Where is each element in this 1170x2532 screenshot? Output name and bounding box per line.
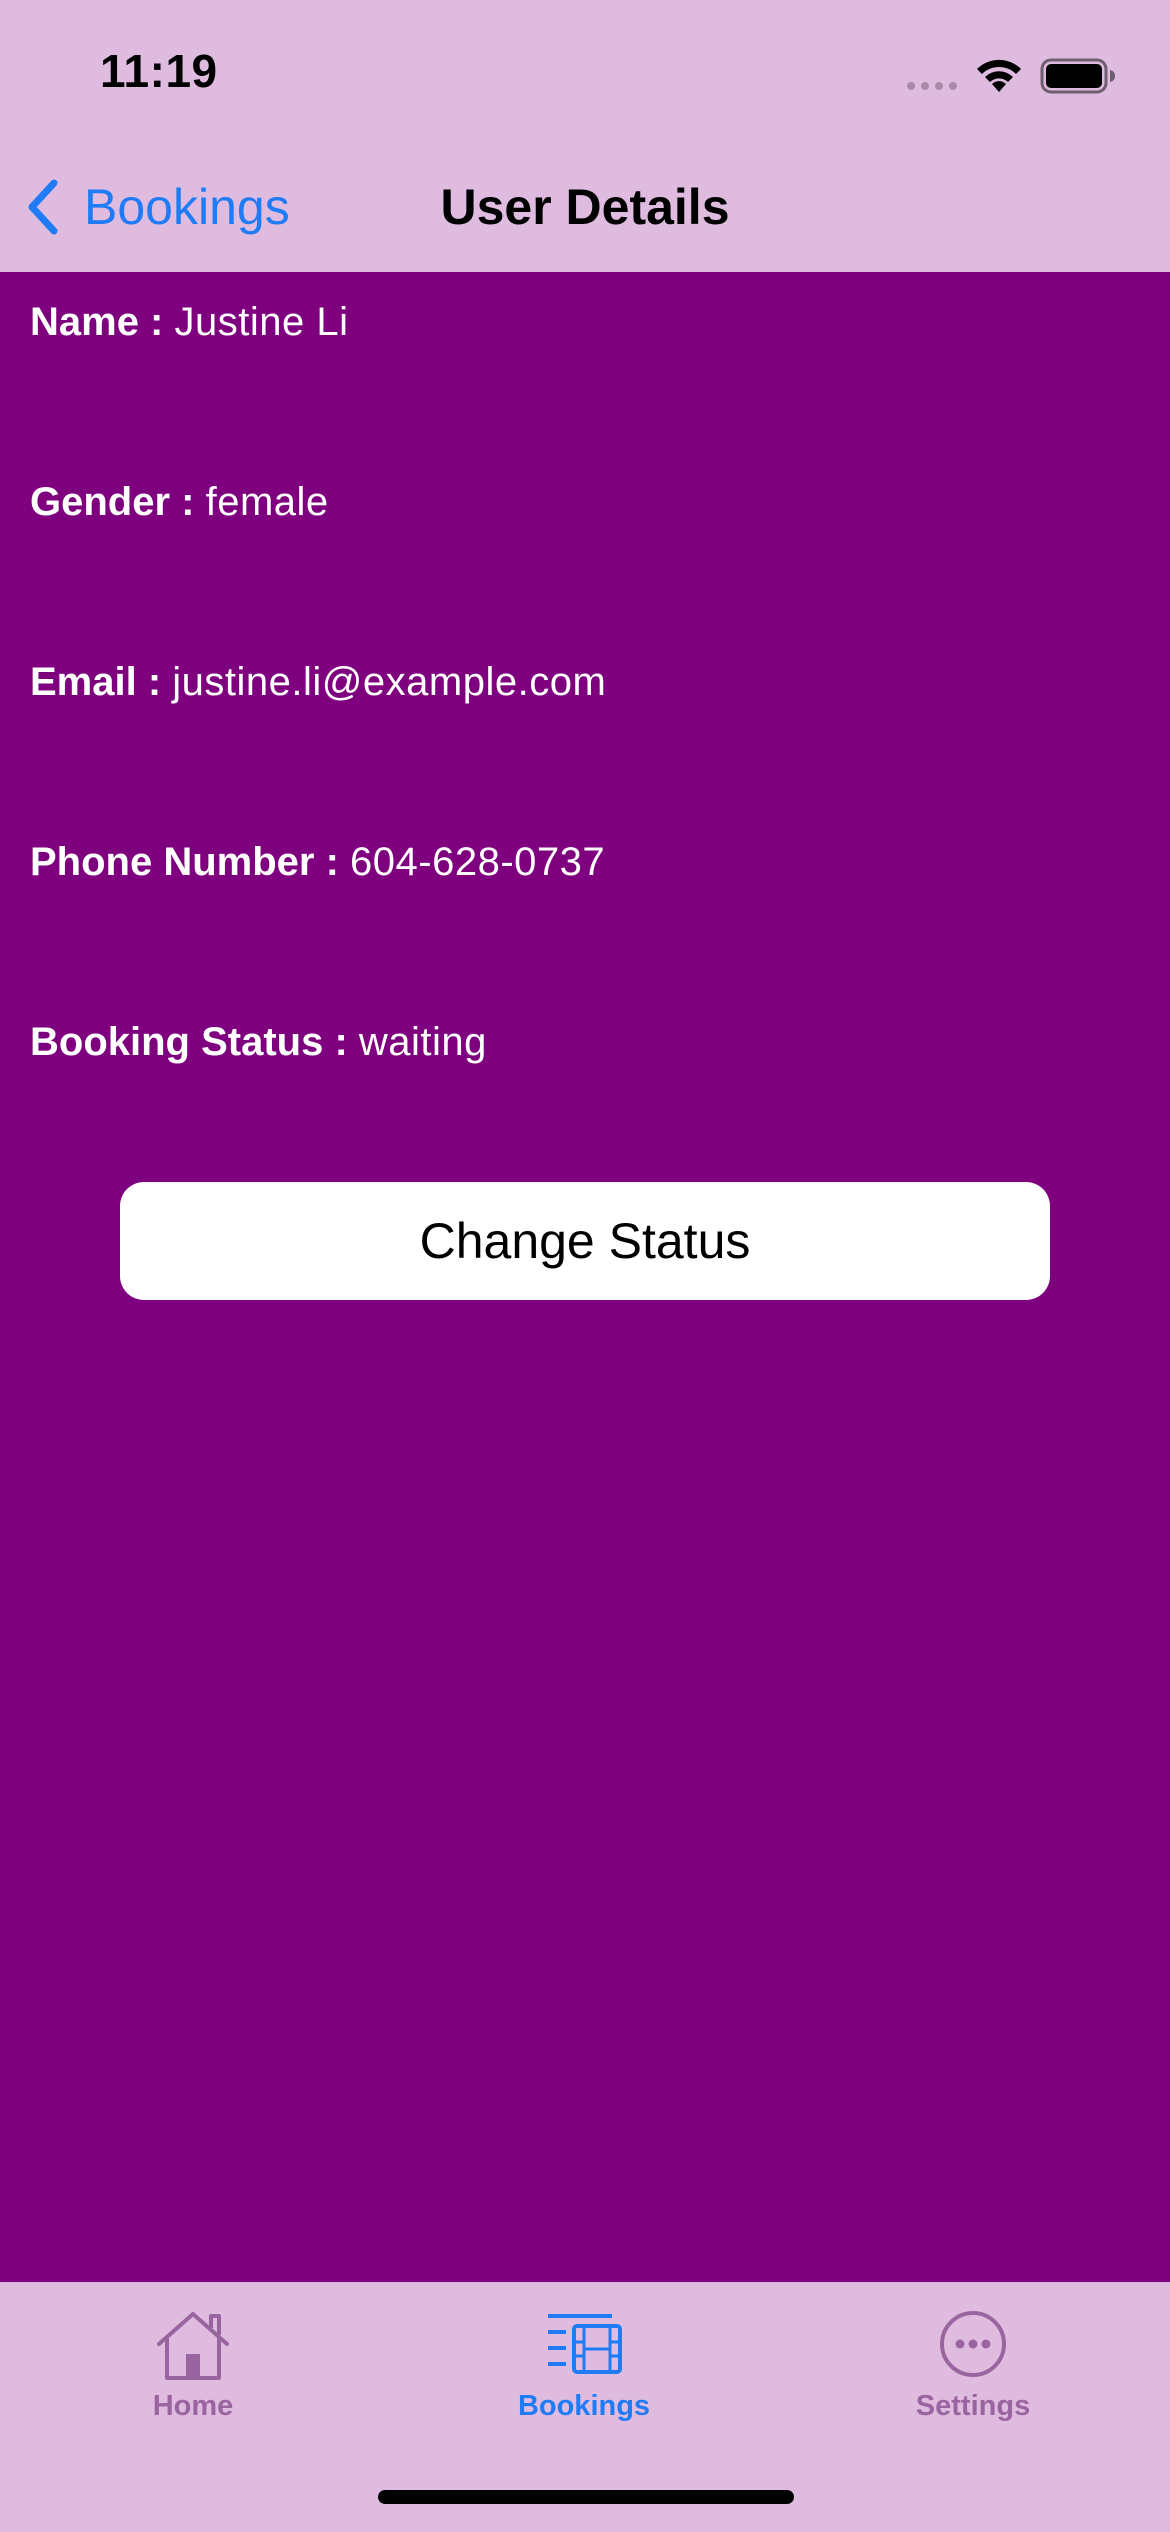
change-status-button[interactable]: Change Status (120, 1182, 1050, 1300)
booking-status-row: Booking Status : waiting (30, 1020, 487, 1065)
name-value: Justine Li (174, 300, 349, 344)
booking-status-value: waiting (358, 1020, 487, 1064)
gender-label: Gender : (30, 480, 195, 524)
tab-bookings[interactable]: Bookings (464, 2282, 704, 2432)
list-film-icon (548, 2314, 622, 2374)
house-icon (157, 2312, 229, 2380)
tab-bookings-label: Bookings (517, 2390, 651, 2422)
cellular-signal-icon (907, 82, 957, 90)
phone-row: Phone Number : 604-628-0737 (30, 840, 605, 885)
tab-home[interactable]: Home (73, 2282, 313, 2432)
name-label: Name : (30, 300, 164, 344)
name-row: Name : Justine Li (30, 300, 349, 345)
email-label: Email : (30, 660, 162, 704)
phone-label: Phone Number : (30, 840, 339, 884)
home-indicator[interactable] (378, 2490, 794, 2504)
email-row: Email : justine.li@example.com (30, 660, 606, 705)
header: 11:19 Bookings User Details (0, 0, 1170, 272)
battery-icon (1040, 58, 1115, 94)
tab-settings-label: Settings (915, 2390, 1031, 2422)
booking-status-label: Booking Status : (30, 1020, 348, 1064)
phone-value: 604-628-0737 (350, 840, 606, 884)
ellipsis-circle-icon (940, 2311, 1006, 2377)
wifi-icon (977, 59, 1021, 92)
email-value: justine.li@example.com (172, 660, 607, 704)
gender-row: Gender : female (30, 480, 329, 525)
tab-home-label: Home (152, 2390, 234, 2422)
page-title: User Details (440, 179, 730, 235)
status-time: 11:19 (100, 45, 218, 97)
tab-settings[interactable]: Settings (853, 2282, 1093, 2432)
gender-value: female (205, 480, 329, 524)
